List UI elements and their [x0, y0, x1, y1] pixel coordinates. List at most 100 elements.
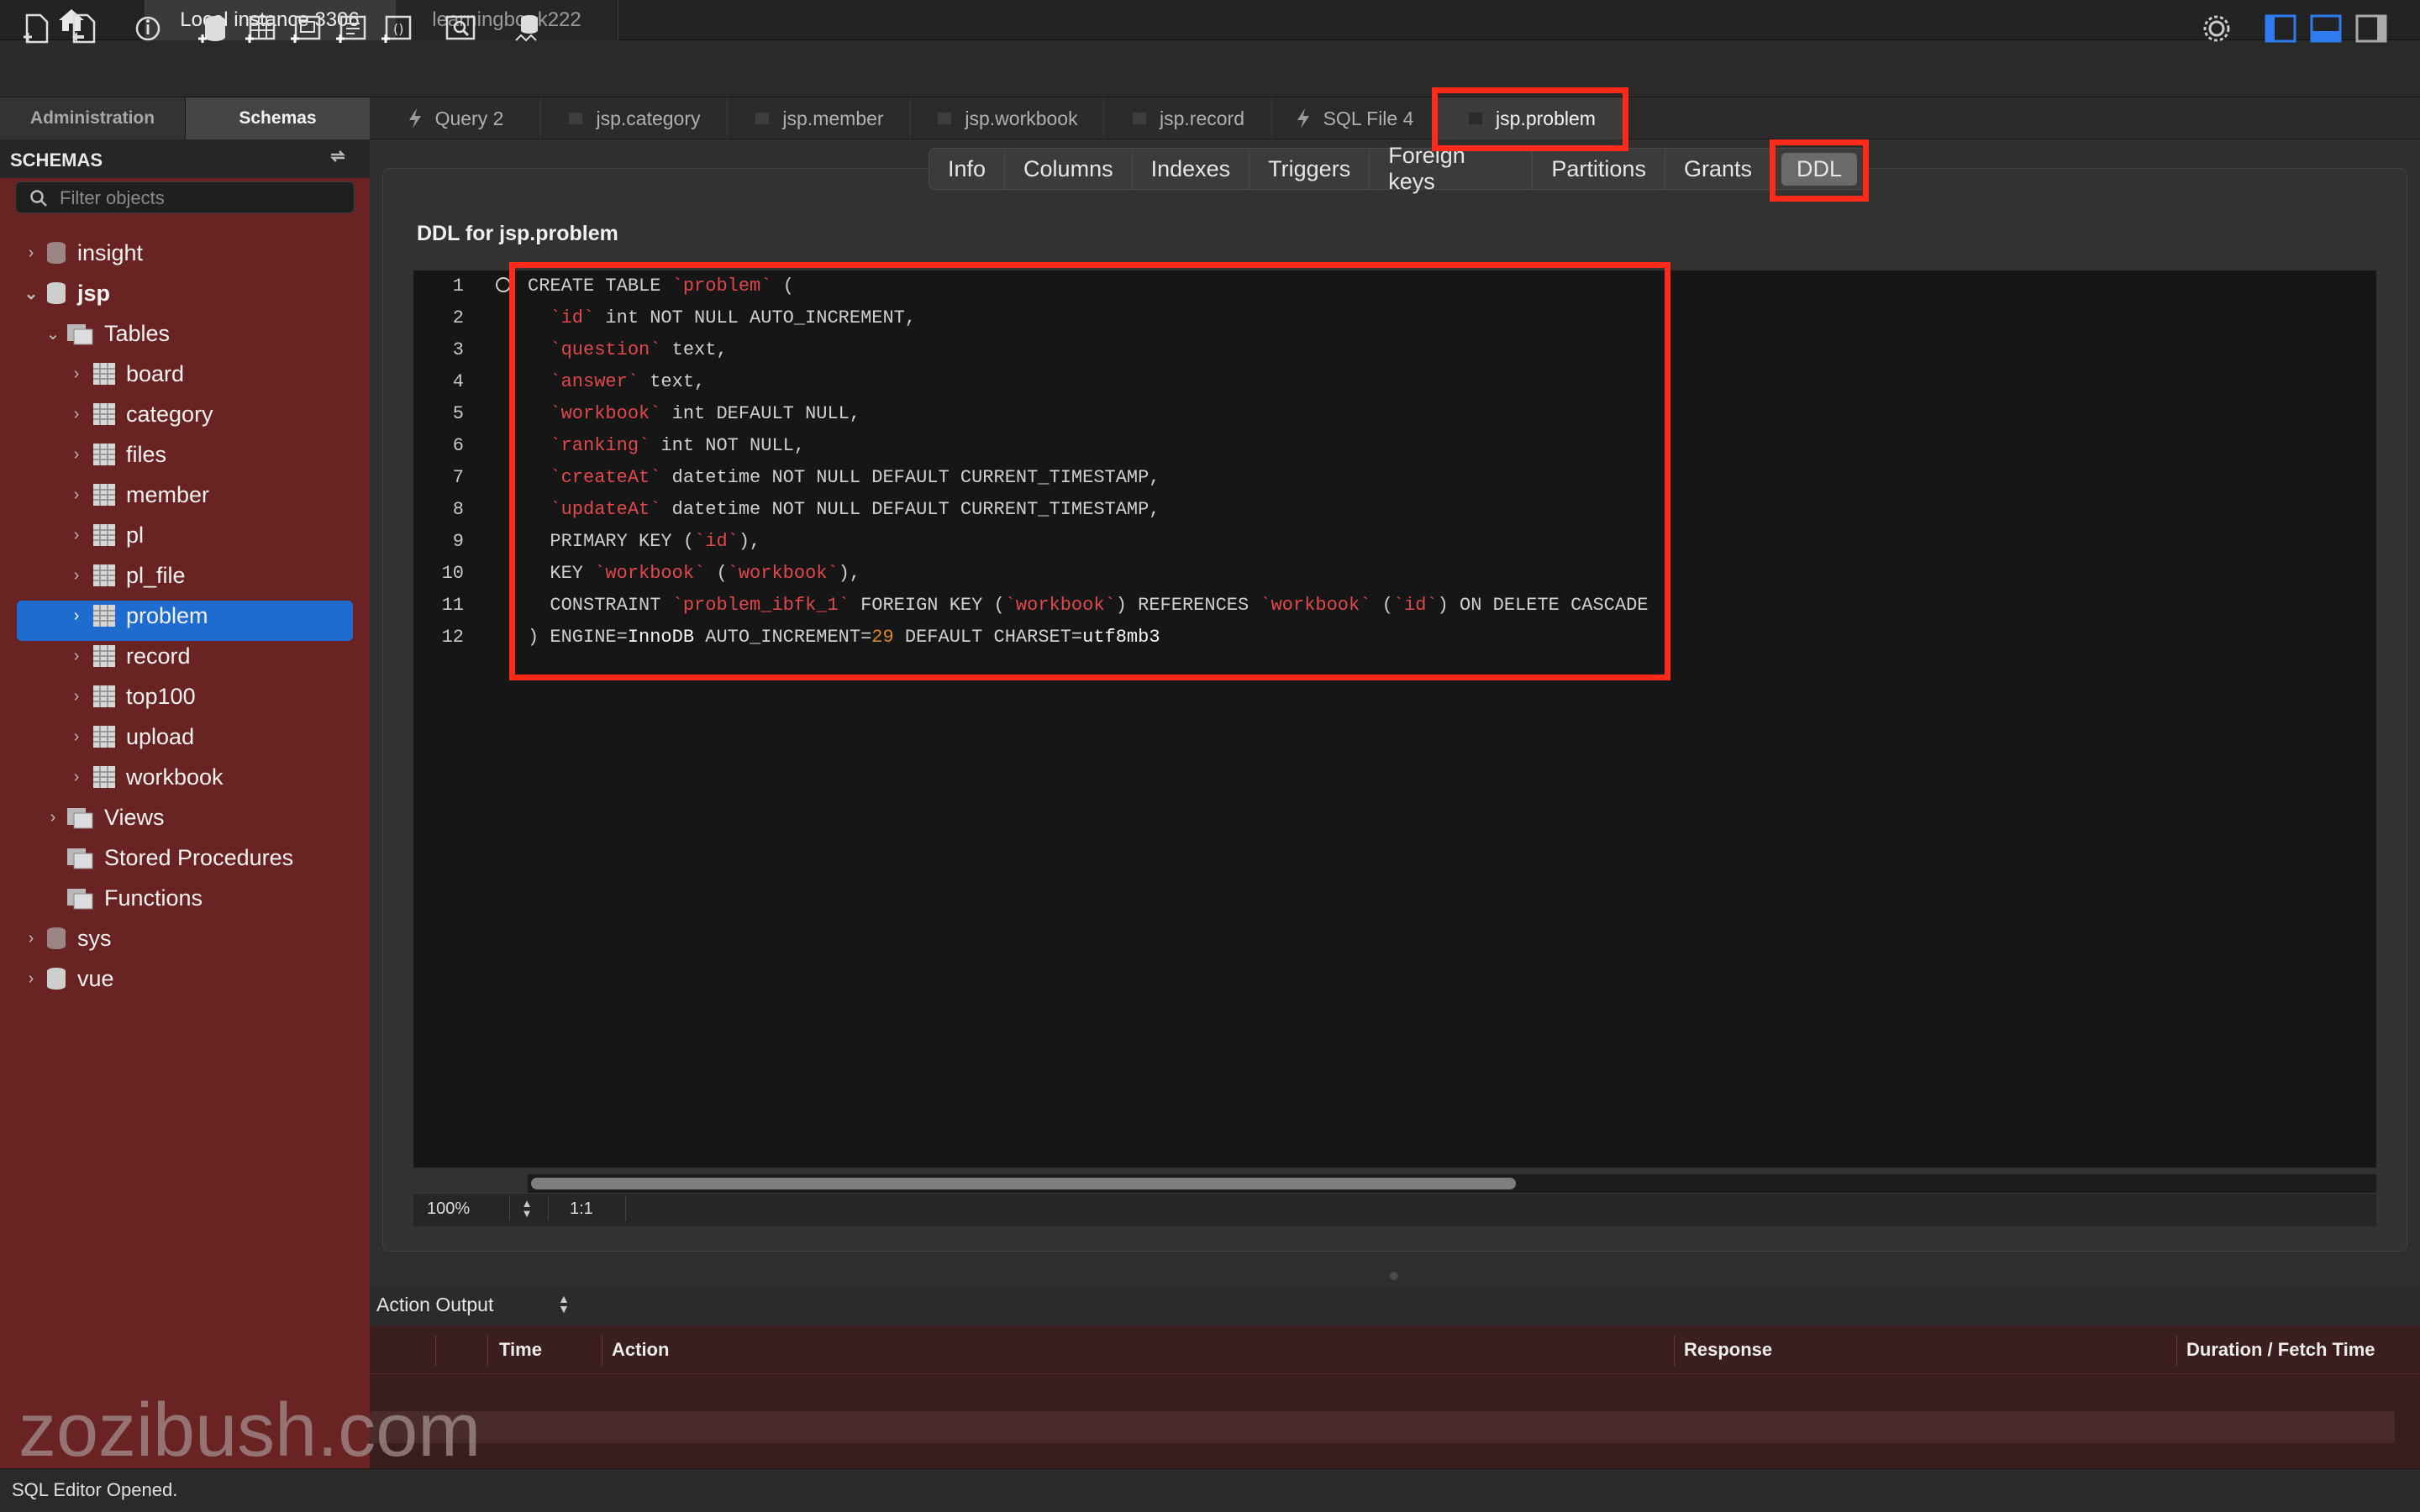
tab-label: jsp.category [596, 107, 701, 129]
open-sql-file-button[interactable] [67, 12, 101, 45]
chevron-right-icon[interactable]: › [22, 969, 40, 988]
tree-schema-vue[interactable]: › vue [22, 959, 114, 998]
tree-table-board[interactable]: › board [67, 354, 184, 393]
table-icon [93, 363, 115, 385]
toggle-secondary-sidebar-button[interactable] [2354, 12, 2388, 45]
column-header-response[interactable]: Response [1684, 1339, 1772, 1361]
tab-query-2[interactable]: Query 2 [370, 97, 541, 139]
tree-table-top100[interactable]: › top100 [67, 677, 196, 716]
tab-jsp-record[interactable]: jsp.record [1104, 97, 1272, 139]
tree-folder-views[interactable]: › Views [44, 798, 165, 837]
column-divider [487, 1336, 488, 1366]
tree-label: vue [77, 965, 114, 991]
server-info-button[interactable] [131, 12, 165, 45]
tree-folder-tables[interactable]: ⌄ Tables [44, 314, 170, 353]
chevron-right-icon[interactable]: › [22, 244, 40, 262]
line-number: 5 [452, 403, 464, 424]
tree-label: record [126, 643, 191, 669]
chevron-right-icon[interactable]: › [67, 768, 86, 786]
subtab-grants[interactable]: Grants [1665, 148, 1771, 190]
tree-folder-stored-procedures[interactable]: Stored Procedures [44, 838, 293, 877]
filter-objects-input[interactable] [58, 186, 347, 211]
create-table-button[interactable] [244, 12, 277, 45]
new-sql-tab-button[interactable] [20, 12, 54, 45]
create-schema-button[interactable] [197, 12, 230, 45]
tab-sql-file-4[interactable]: SQL File 4 [1272, 97, 1437, 139]
tab-schemas[interactable]: Schemas [185, 97, 370, 139]
chevron-right-icon[interactable]: › [67, 445, 86, 464]
tree-table-member[interactable]: › member [67, 475, 209, 514]
chevron-right-icon[interactable]: › [67, 727, 86, 746]
subtab-info[interactable]: Info [929, 148, 1006, 190]
tree-schema-sys[interactable]: › sys [22, 919, 112, 958]
toggle-sidebar-button[interactable] [2264, 12, 2297, 45]
output-table-header [370, 1326, 2420, 1374]
search-table-data-button[interactable] [444, 12, 477, 45]
tree-table-files[interactable]: › files [67, 435, 166, 474]
folder-procedures-icon [67, 848, 93, 869]
instance-tab-learningbook[interactable]: learningbook222 [395, 0, 618, 40]
chevron-right-icon[interactable]: › [67, 405, 86, 423]
tree-folder-functions[interactable]: Functions [44, 879, 203, 917]
preferences-button[interactable] [2200, 12, 2233, 45]
tree-table-workbook[interactable]: › workbook [67, 758, 224, 796]
view-plus-icon [291, 15, 321, 43]
zoom-stepper[interactable]: ▲ ▼ [518, 1196, 536, 1221]
folder-functions-icon [67, 889, 93, 910]
tab-jsp-member[interactable]: jsp.member [728, 97, 911, 139]
tree-label: Stored Procedures [104, 844, 294, 870]
chevron-right-icon[interactable]: › [22, 929, 40, 948]
tree-label: sys [77, 925, 112, 951]
tree-table-pl[interactable]: › pl [67, 516, 144, 554]
chevron-right-icon[interactable]: › [67, 486, 86, 504]
highlight-box-ddl [1770, 139, 1869, 202]
line-number: 11 [441, 595, 464, 616]
select-arrows-icon[interactable]: ▲ ▼ [558, 1293, 570, 1315]
inspector-subtabs: Info Columns Indexes Triggers Foreign ke… [929, 143, 1868, 194]
tree-table-pl-file[interactable]: › pl_file [67, 556, 186, 595]
tree-table-category[interactable]: › category [67, 395, 213, 433]
subtab-partitions[interactable]: Partitions [1533, 148, 1665, 190]
line-number: 10 [441, 563, 464, 584]
chevron-right-icon[interactable]: › [67, 566, 86, 585]
subtab-foreign-keys[interactable]: Foreign keys [1370, 143, 1534, 194]
splitter-handle[interactable] [1390, 1272, 1398, 1280]
chevron-right-icon[interactable]: › [67, 365, 86, 383]
tree-schema-jsp[interactable]: ⌄ jsp [22, 274, 110, 312]
tree-schema-insight[interactable]: › insight [22, 234, 143, 272]
column-header-action[interactable]: Action [612, 1339, 669, 1361]
reconnect-button[interactable] [511, 12, 544, 45]
subtab-triggers[interactable]: Triggers [1249, 148, 1370, 190]
tree-label: pl [126, 522, 145, 548]
chevron-right-icon[interactable]: › [67, 647, 86, 665]
column-header-duration[interactable]: Duration / Fetch Time [2186, 1339, 2375, 1361]
column-header-time[interactable]: Time [499, 1339, 542, 1361]
chevron-right-icon[interactable]: › [67, 606, 86, 625]
horizontal-scrollbar-thumb[interactable] [531, 1178, 1516, 1189]
table-icon [1133, 113, 1146, 124]
folder-tables-icon [67, 324, 93, 345]
output-type-select[interactable]: Action Output [376, 1294, 493, 1316]
chevron-right-icon[interactable]: › [67, 526, 86, 544]
tree-table-upload[interactable]: › upload [67, 717, 194, 756]
create-view-button[interactable] [289, 12, 323, 45]
chevron-right-icon[interactable]: › [44, 808, 62, 827]
chevron-down-icon[interactable]: ⌄ [44, 324, 62, 344]
create-function-button[interactable]: () [380, 12, 413, 45]
chevron-down-icon[interactable]: ⌄ [22, 284, 40, 303]
create-procedure-button[interactable] [334, 12, 368, 45]
chevron-right-icon[interactable]: › [67, 687, 86, 706]
lightning-icon [408, 108, 421, 129]
toggle-output-button[interactable] [2309, 12, 2343, 45]
tab-administration[interactable]: Administration [0, 97, 185, 139]
tab-jsp-category[interactable]: jsp.category [541, 97, 728, 139]
tree-table-problem[interactable]: › problem [67, 596, 208, 635]
subtab-columns[interactable]: Columns [1005, 148, 1133, 190]
refresh-schemas-button[interactable] [328, 146, 348, 171]
table-icon [93, 766, 115, 788]
filter-objects-field[interactable] [15, 181, 355, 213]
subtab-indexes[interactable]: Indexes [1133, 148, 1250, 190]
tab-jsp-workbook[interactable]: jsp.workbook [911, 97, 1104, 139]
tree-table-record[interactable]: › record [67, 637, 191, 675]
divider [509, 1196, 510, 1221]
